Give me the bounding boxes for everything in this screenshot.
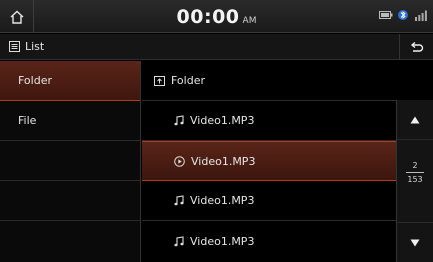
- clock-time: 00:00: [176, 6, 240, 28]
- page-divider: [406, 172, 424, 173]
- back-arrow-icon: [410, 41, 423, 52]
- music-note-icon: [174, 195, 184, 206]
- triangle-up-icon: [410, 116, 420, 123]
- scroll-up-button[interactable]: [397, 100, 433, 140]
- menu-item-label: File: [18, 114, 37, 127]
- list-item-label: Video1.MP3: [191, 154, 256, 168]
- list-item-label: Video1.MP3: [190, 194, 255, 207]
- list-item-label: Video1.MP3: [190, 234, 255, 248]
- signal-icon: [415, 10, 427, 21]
- menu-item-empty: [0, 141, 140, 181]
- menu-item-empty: [0, 181, 140, 221]
- music-note-icon: [174, 235, 184, 246]
- list-item[interactable]: Video1.MP3: [142, 101, 396, 141]
- page-total: 153: [407, 175, 423, 184]
- folder-header-label: Folder: [171, 74, 205, 87]
- battery-icon: [379, 11, 393, 19]
- clock: 00:00 AM: [150, 0, 283, 33]
- menu-item-empty: [0, 221, 140, 261]
- menu-item-label: Folder: [18, 74, 52, 87]
- home-icon: [10, 10, 23, 24]
- menu-item-folder[interactable]: Folder: [0, 61, 140, 101]
- file-list: Folder Video1.MP3 Video1.MP3 Video1.MP3 …: [142, 61, 396, 262]
- page-current: 2: [412, 161, 418, 170]
- title-bar: List: [0, 34, 433, 60]
- list-icon: [9, 41, 20, 52]
- list-item-label: Video1.MP3: [190, 114, 255, 127]
- list-item-playing[interactable]: Video1.MP3: [142, 141, 396, 181]
- menu-item-file[interactable]: File: [0, 101, 140, 141]
- music-note-icon: [174, 115, 184, 126]
- back-button[interactable]: [399, 34, 433, 60]
- status-icons: [379, 9, 427, 21]
- play-circle-icon: [174, 155, 185, 167]
- page-title-label: List: [25, 40, 45, 53]
- clock-ampm: AM: [242, 16, 257, 26]
- scroll-down-button[interactable]: [397, 222, 433, 262]
- list-scrollbar[interactable]: 2 153: [396, 100, 433, 262]
- triangle-down-icon: [410, 239, 420, 246]
- home-button[interactable]: [0, 0, 34, 33]
- list-item[interactable]: Video1.MP3: [142, 221, 396, 261]
- page-indicator: 2 153: [397, 160, 433, 185]
- status-bar: 00:00 AM: [0, 0, 433, 33]
- folder-up-icon: [154, 76, 165, 86]
- list-item[interactable]: Video1.MP3: [142, 181, 396, 221]
- category-menu: Folder File: [0, 61, 141, 262]
- folder-header[interactable]: Folder: [142, 61, 396, 101]
- bluetooth-icon: [398, 10, 408, 20]
- page-title: List: [9, 40, 44, 53]
